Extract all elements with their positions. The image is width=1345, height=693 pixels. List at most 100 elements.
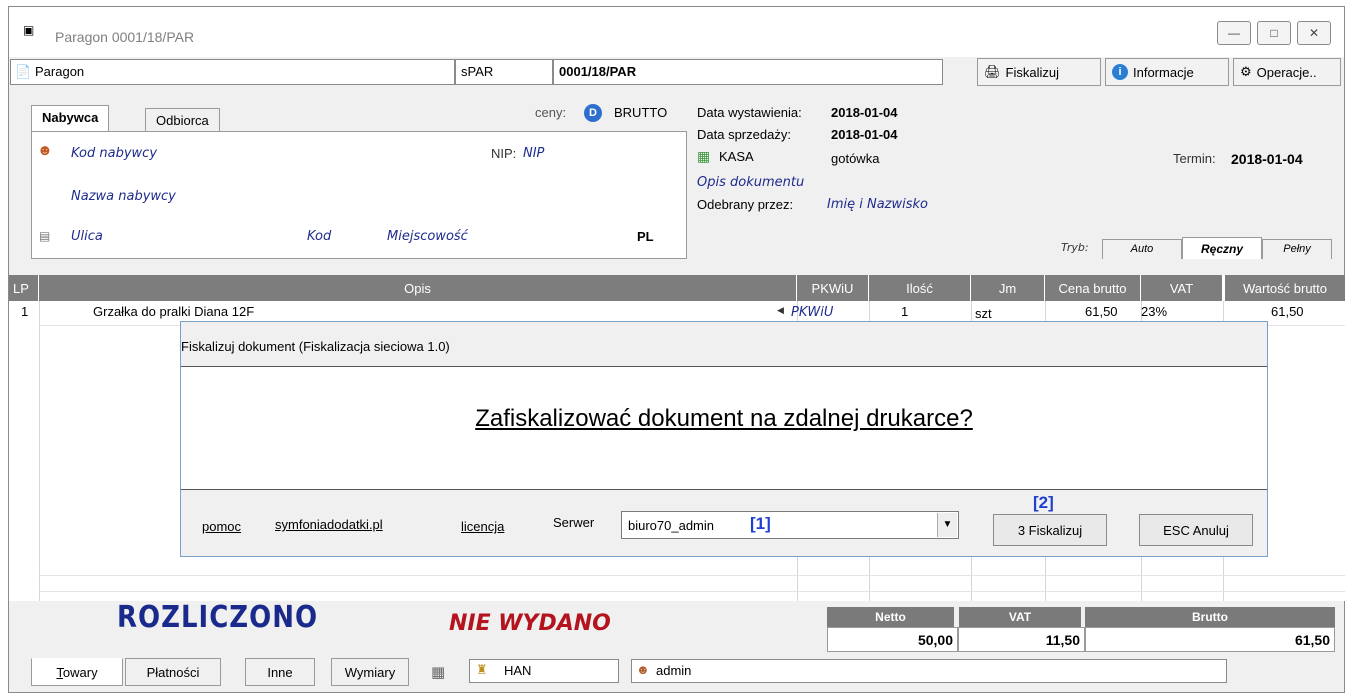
tab-nabywca[interactable]: Nabywca — [31, 105, 110, 132]
kasa-label[interactable]: KASA — [719, 149, 754, 164]
postal-code-field[interactable]: Kod — [307, 229, 331, 244]
row-lp: 1 — [21, 304, 29, 319]
doc-type-field[interactable]: 📄 Paragon — [10, 59, 455, 85]
row-arrow-left-icon[interactable]: ◀ — [777, 305, 784, 316]
tryb-tab-reczny[interactable]: Ręczny — [1182, 237, 1262, 259]
data-sprzedazy-value[interactable]: 2018-01-04 — [831, 127, 898, 142]
info-icon: i — [1112, 64, 1128, 80]
col-lp[interactable]: LP — [9, 275, 39, 301]
tab-wymiary-label: Wymiary — [344, 664, 396, 680]
price-type-badge[interactable]: D — [584, 104, 602, 122]
notes-icon[interactable]: ▦ — [431, 663, 445, 681]
ceny-value: BRUTTO — [614, 105, 668, 120]
maximize-button[interactable]: □ — [1257, 21, 1291, 45]
doc-type-value: Paragon — [35, 64, 85, 79]
tryb-tab-pelny[interactable]: Pełny — [1262, 239, 1332, 259]
window-title: Paragon 0001/18/PAR — [55, 29, 195, 45]
tryb-auto-label: Auto — [1130, 243, 1154, 255]
ceny-label: ceny: — [535, 105, 567, 120]
tryb-reczny-label: Ręczny — [1200, 242, 1244, 256]
data-wystawienia-label: Data wystawienia: — [697, 105, 802, 120]
table-row[interactable]: 1 Grzałka do pralki Diana 12F ◀ PKWiU 1 … — [9, 301, 1345, 323]
tab-towary[interactable]: Towary — [31, 658, 123, 686]
country-field[interactable]: PL — [637, 229, 654, 244]
row-opis: Grzałka do pralki Diana 12F — [93, 304, 255, 319]
rozliczono-stamp: ROZLICZONO — [117, 600, 319, 636]
grid-line — [39, 301, 40, 601]
anuluj-button[interactable]: ESC Anuluj — [1139, 514, 1253, 546]
street-field[interactable]: Ulica — [71, 229, 103, 244]
licencja-link[interactable]: licencja — [461, 519, 504, 534]
operacje-label: Operacje.. — [1256, 64, 1317, 80]
col-ilosc[interactable]: Ilość — [869, 275, 971, 301]
row-ilosc: 1 — [901, 304, 909, 319]
tab-inne-label: Inne — [267, 664, 293, 680]
number-field[interactable]: 0001/18/PAR — [553, 59, 943, 85]
dialog-body: Zafiskalizować dokument na zdalnej druka… — [181, 366, 1267, 490]
operacje-button[interactable]: ⚙ Operacje.. — [1233, 58, 1341, 86]
minimize-button[interactable]: — — [1217, 21, 1251, 45]
tab-odbiorca[interactable]: Odbiorca — [145, 108, 220, 132]
row-jm: szt — [975, 306, 992, 321]
grid-line — [39, 591, 1345, 592]
buyer-name-field[interactable]: Nazwa nabywcy — [71, 189, 176, 204]
serwer-select[interactable]: biuro70_admin [1] ▼ — [621, 511, 959, 539]
person-icon: ☻ — [37, 142, 53, 159]
printer-icon: 🖨 — [984, 64, 1001, 79]
payment-method[interactable]: gotówka — [831, 151, 879, 166]
termin-value[interactable]: 2018-01-04 — [1231, 151, 1303, 167]
row-indicator-column — [9, 275, 39, 601]
netto-value: 50,00 — [827, 627, 958, 652]
brutto-value: 61,50 — [1085, 627, 1335, 652]
fiskalizuj-dialog: Fiskalizuj dokument (Fiskalizacja siecio… — [180, 321, 1268, 557]
col-wartosc-brutto[interactable]: Wartość brutto — [1223, 275, 1345, 301]
fiskalizuj-label: Fiskalizuj — [1005, 64, 1059, 80]
close-button[interactable]: ✕ — [1297, 21, 1331, 45]
col-opis[interactable]: Opis — [39, 275, 797, 301]
user-icon: ☻ — [636, 662, 650, 677]
series-value: sPAR — [461, 64, 494, 79]
tab-platnosci[interactable]: Płatności — [125, 658, 221, 686]
user-value: admin — [656, 663, 692, 678]
gear-icon: ⚙ — [1240, 64, 1252, 79]
dialog-question: Zafiskalizować dokument na zdalnej druka… — [475, 405, 973, 432]
user-field: ☻ admin — [631, 659, 1227, 683]
odebrany-field[interactable]: Imię i Nazwisko — [827, 197, 928, 212]
tryb-tab-auto[interactable]: Auto — [1102, 239, 1182, 259]
warehouse-field[interactable]: ♜ HAN — [469, 659, 619, 683]
grid-line — [39, 575, 1345, 576]
data-wystawienia-value[interactable]: 2018-01-04 — [831, 105, 898, 120]
tab-nabywca-label: Nabywca — [42, 110, 99, 125]
opis-dokumentu-field[interactable]: Opis dokumentu — [697, 175, 804, 190]
buyer-code-field[interactable]: Kod nabywcy — [71, 146, 157, 161]
dialog-title: Fiskalizuj dokument (Fiskalizacja siecio… — [181, 339, 450, 354]
tryb-label: Tryb: — [1061, 241, 1089, 254]
document-icon: ▣ — [23, 23, 35, 37]
chevron-down-icon[interactable]: ▼ — [937, 513, 957, 537]
col-pkwiu[interactable]: PKWiU — [797, 275, 869, 301]
nip-field[interactable]: NIP — [523, 146, 544, 161]
row-wartosc: 61,50 — [1271, 304, 1304, 319]
city-field[interactable]: Miejscowość — [387, 229, 468, 244]
pomoc-link[interactable]: pomoc — [202, 519, 241, 534]
tab-platnosci-label: Płatności — [146, 664, 200, 680]
fiskalizuj-toolbar-button[interactable]: 🖨 Fiskalizuj — [977, 58, 1101, 86]
tab-inne[interactable]: Inne — [245, 658, 315, 686]
informacje-label: Informacje — [1133, 64, 1194, 80]
netto-header: Netto — [827, 607, 954, 627]
serwer-value: biuro70_admin — [628, 518, 715, 533]
col-cena-brutto[interactable]: Cena brutto — [1045, 275, 1141, 301]
symfoniadodatki-link[interactable]: symfoniadodatki.pl — [275, 517, 383, 532]
tab-wymiary[interactable]: Wymiary — [331, 658, 409, 686]
series-field[interactable]: sPAR — [455, 59, 553, 85]
tab-odbiorca-label: Odbiorca — [156, 113, 209, 128]
tab-towary-label: Towary — [56, 664, 98, 680]
col-jm[interactable]: Jm — [971, 275, 1045, 301]
brutto-header: Brutto — [1085, 607, 1335, 627]
row-pkwiu[interactable]: PKWiU — [791, 305, 833, 320]
fiskalizuj-button[interactable]: 3 Fiskalizuj — [993, 514, 1107, 546]
address-card-icon: ▤ — [39, 229, 51, 243]
number-value: 0001/18/PAR — [559, 64, 637, 79]
col-vat[interactable]: VAT — [1141, 275, 1223, 301]
informacje-button[interactable]: i Informacje — [1105, 58, 1229, 86]
